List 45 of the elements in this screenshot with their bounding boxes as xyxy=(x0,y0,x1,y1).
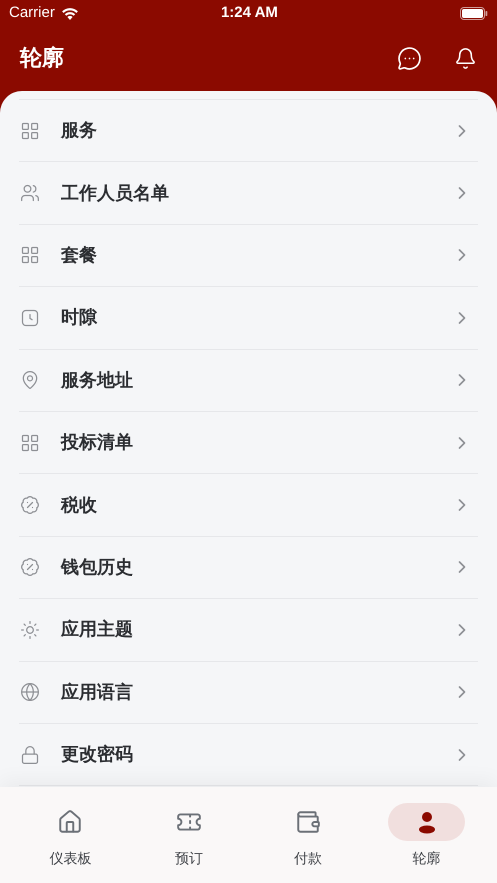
menu-label: 应用主题 xyxy=(61,618,134,642)
percent-badge-icon xyxy=(19,557,41,578)
menu-label: 钱包历史 xyxy=(61,556,134,580)
menu-item[interactable]: 工作人员名单 xyxy=(19,162,478,225)
menu-label: 投标清单 xyxy=(61,431,134,456)
menu-item[interactable]: 投标清单 xyxy=(19,412,478,474)
carrier-label: Carrier xyxy=(9,2,55,23)
grid-icon xyxy=(19,120,41,141)
menu-item[interactable]: 时隙 xyxy=(19,287,478,350)
globe-icon xyxy=(19,682,41,702)
messages-button[interactable] xyxy=(397,46,422,71)
notifications-button[interactable] xyxy=(454,47,477,70)
menu-label: 套餐 xyxy=(61,244,98,268)
sun-icon xyxy=(19,620,41,640)
menu-item[interactable]: 更改密码 xyxy=(19,724,478,786)
grid-icon xyxy=(19,432,41,453)
menu-label: 服务地址 xyxy=(61,368,134,393)
lock-icon xyxy=(19,744,41,765)
menu-item[interactable]: 套餐 xyxy=(19,224,478,288)
clock-icon xyxy=(19,308,41,328)
wifi-icon xyxy=(60,6,79,20)
menu-item[interactable]: 应用主题 xyxy=(19,599,478,662)
menu-label: 时隙 xyxy=(61,306,98,330)
tab-item[interactable]: 预订 xyxy=(142,803,236,870)
menu-label: 更改密码 xyxy=(61,743,134,768)
page-title: 轮廓 xyxy=(20,45,64,73)
menu-item[interactable]: 服务地址 xyxy=(19,350,478,412)
users-icon xyxy=(19,183,41,204)
menu-label: 应用语言 xyxy=(61,680,134,705)
menu-label: 服务 xyxy=(61,119,98,144)
menu-label: 工作人员名单 xyxy=(61,182,170,206)
wallet-icon xyxy=(294,809,321,835)
status-time: 1:24 AM xyxy=(220,2,278,23)
menu-item[interactable]: 钱包历史 xyxy=(19,536,478,600)
grid-icon xyxy=(19,245,41,266)
home-icon xyxy=(57,809,84,835)
menu-label: 税收 xyxy=(61,494,98,518)
menu-item[interactable]: 应用语言 xyxy=(19,662,478,724)
tab-item[interactable]: 付款 xyxy=(262,803,354,870)
battery-icon xyxy=(460,6,488,20)
tab-item[interactable]: 仪表板 xyxy=(24,803,117,870)
percent-badge-icon xyxy=(19,495,41,516)
tab-item[interactable]: 轮廓 xyxy=(380,803,473,870)
menu-item[interactable]: 服务 xyxy=(19,100,478,162)
menu-item[interactable]: 税收 xyxy=(19,474,478,537)
